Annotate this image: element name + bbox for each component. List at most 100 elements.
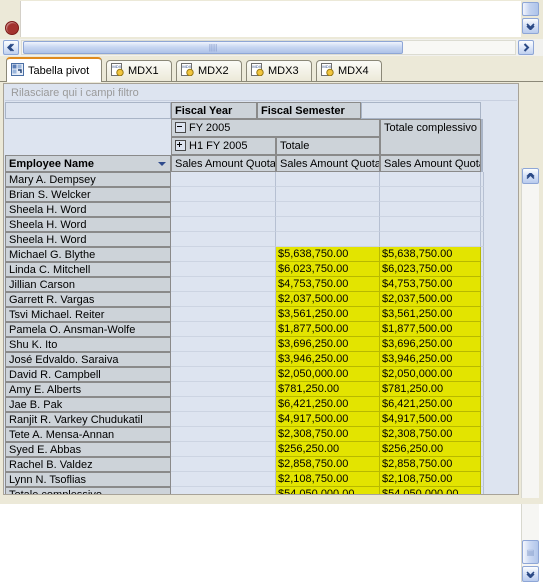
data-cell-h1[interactable] <box>171 187 276 202</box>
data-cell-grand-total[interactable]: $781,250.00 <box>380 382 481 397</box>
data-cell-h1[interactable] <box>171 172 276 187</box>
row-header-employee[interactable]: Tete A. Mensa-Annan <box>5 427 171 442</box>
data-cell-h1[interactable] <box>171 487 276 494</box>
data-cell-h1[interactable] <box>171 442 276 457</box>
data-cell-grand-total[interactable]: $3,946,250.00 <box>380 352 481 367</box>
row-header-employee[interactable]: David R. Campbell <box>5 367 171 382</box>
data-cell-grand-total[interactable]: $256,250.00 <box>380 442 481 457</box>
row-header-employee[interactable]: Shu K. Ito <box>5 337 171 352</box>
editor-hscroll-left-button[interactable] <box>3 40 19 55</box>
data-cell-totale[interactable] <box>276 217 380 232</box>
data-cell-grand-total[interactable]: $1,877,500.00 <box>380 322 481 337</box>
data-cell-totale[interactable]: $6,023,750.00 <box>276 262 380 277</box>
data-cell-totale[interactable] <box>276 172 380 187</box>
pivot-vscroll-up-button[interactable] <box>522 168 539 184</box>
data-cell-totale[interactable]: $2,308,750.00 <box>276 427 380 442</box>
data-cell-grand-total[interactable]: $2,308,750.00 <box>380 427 481 442</box>
row-header-employee[interactable]: Brian S. Welcker <box>5 187 171 202</box>
editor-vertical-scrollbar[interactable] <box>522 2 539 38</box>
data-cell-h1[interactable] <box>171 397 276 412</box>
data-cell-h1[interactable] <box>171 247 276 262</box>
data-cell-totale[interactable]: $6,421,250.00 <box>276 397 380 412</box>
tab-tabella-pivot[interactable]: Tabella pivot <box>6 57 102 82</box>
tab-mdx3[interactable]: MDX MDX3 <box>246 60 312 81</box>
data-cell-h1[interactable] <box>171 202 276 217</box>
data-cell-totale[interactable]: $5,638,750.00 <box>276 247 380 262</box>
data-cell-totale[interactable]: $2,858,750.00 <box>276 457 380 472</box>
row-header-employee[interactable]: Jillian Carson <box>5 277 171 292</box>
editor-code-area[interactable]: /* Applying a calculation to the subcube… <box>21 1 521 37</box>
data-cell-h1[interactable] <box>171 472 276 487</box>
data-cell-grand-total[interactable]: $6,421,250.00 <box>380 397 481 412</box>
data-cell-h1[interactable] <box>171 427 276 442</box>
pivot-vscroll-down-button[interactable] <box>522 566 539 582</box>
data-cell-h1[interactable] <box>171 457 276 472</box>
data-cell-h1[interactable] <box>171 322 276 337</box>
data-cell-totale[interactable] <box>276 232 380 247</box>
data-cell-totale[interactable]: $4,917,500.00 <box>276 412 380 427</box>
data-cell-grand-total[interactable] <box>380 232 481 247</box>
data-cell-h1[interactable] <box>171 232 276 247</box>
data-cell-h1[interactable] <box>171 277 276 292</box>
pivot-vscroll-thumb[interactable]: ▤ <box>522 540 539 564</box>
column-field-fiscal-semester[interactable]: Fiscal Semester <box>257 102 361 119</box>
row-header-employee[interactable]: Tsvi Michael. Reiter <box>5 307 171 322</box>
data-cell-h1[interactable] <box>171 307 276 322</box>
editor-vscroll-thumb[interactable] <box>522 2 539 16</box>
data-cell-grand-total[interactable] <box>380 172 481 187</box>
row-header-employee[interactable]: Mary A. Dempsey <box>5 172 171 187</box>
row-header-employee[interactable]: Amy E. Alberts <box>5 382 171 397</box>
data-cell-totale[interactable] <box>276 187 380 202</box>
row-header-employee[interactable]: Totale complessivo <box>5 487 171 494</box>
editor-hscroll-right-button[interactable] <box>518 40 534 55</box>
column-group-h1-fy-2005[interactable]: H1 FY 2005 <box>171 137 276 155</box>
row-header-employee[interactable]: Michael G. Blythe <box>5 247 171 262</box>
tab-mdx1[interactable]: MDX MDX1 <box>106 60 172 81</box>
data-cell-grand-total[interactable] <box>380 217 481 232</box>
data-cell-h1[interactable] <box>171 262 276 277</box>
row-header-employee[interactable]: Ranjit R. Varkey Chudukatil <box>5 412 171 427</box>
row-field-employee-name[interactable]: Employee Name <box>5 155 171 172</box>
data-cell-totale[interactable]: $4,753,750.00 <box>276 277 380 292</box>
chevron-down-icon[interactable] <box>158 162 166 166</box>
data-cell-totale[interactable]: $2,050,000.00 <box>276 367 380 382</box>
data-cell-grand-total[interactable] <box>380 187 481 202</box>
data-cell-h1[interactable] <box>171 367 276 382</box>
data-cell-grand-total[interactable]: $3,561,250.00 <box>380 307 481 322</box>
editor-hscroll-thumb[interactable]: |||| <box>23 41 403 54</box>
data-cell-totale[interactable]: $54,050,000.00 <box>276 487 380 494</box>
row-header-employee[interactable]: Garrett R. Vargas <box>5 292 171 307</box>
data-cell-h1[interactable] <box>171 337 276 352</box>
column-group-fy-2005[interactable]: FY 2005 <box>171 119 380 137</box>
data-cell-grand-total[interactable]: $54,050,000.00 <box>380 487 481 494</box>
row-header-employee[interactable]: Jae B. Pak <box>5 397 171 412</box>
collapse-minus-icon[interactable] <box>175 121 186 133</box>
column-field-fiscal-year[interactable]: Fiscal Year <box>171 102 257 119</box>
row-header-employee[interactable]: Linda C. Mitchell <box>5 262 171 277</box>
data-cell-grand-total[interactable]: $2,108,750.00 <box>380 472 481 487</box>
data-cell-totale[interactable]: $256,250.00 <box>276 442 380 457</box>
data-cell-totale[interactable] <box>276 202 380 217</box>
data-cell-totale[interactable]: $3,946,250.00 <box>276 352 380 367</box>
data-cell-h1[interactable] <box>171 352 276 367</box>
data-cell-h1[interactable] <box>171 382 276 397</box>
data-cell-grand-total[interactable]: $2,050,000.00 <box>380 367 481 382</box>
data-cell-totale[interactable]: $2,108,750.00 <box>276 472 380 487</box>
editor-vscroll-down-button[interactable] <box>522 18 539 34</box>
expand-plus-icon[interactable] <box>175 139 186 151</box>
data-cell-totale[interactable]: $3,561,250.00 <box>276 307 380 322</box>
data-cell-grand-total[interactable]: $2,858,750.00 <box>380 457 481 472</box>
breakpoint-dot-icon[interactable] <box>5 21 19 35</box>
row-header-employee[interactable]: Sheela H. Word <box>5 202 171 217</box>
data-cell-grand-total[interactable]: $4,917,500.00 <box>380 412 481 427</box>
pivot-grid-viewport[interactable]: Rilasciare qui i campi filtro Fiscal Yea… <box>3 83 519 495</box>
row-header-employee[interactable]: José Edvaldo. Saraiva <box>5 352 171 367</box>
row-header-employee[interactable]: Pamela O. Ansman-Wolfe <box>5 322 171 337</box>
data-cell-totale[interactable]: $1,877,500.00 <box>276 322 380 337</box>
row-header-employee[interactable]: Rachel B. Valdez <box>5 457 171 472</box>
data-cell-totale[interactable]: $2,037,500.00 <box>276 292 380 307</box>
data-cell-grand-total[interactable] <box>380 202 481 217</box>
row-header-employee[interactable]: Syed E. Abbas <box>5 442 171 457</box>
tab-mdx2[interactable]: MDX MDX2 <box>176 60 242 81</box>
data-cell-h1[interactable] <box>171 217 276 232</box>
